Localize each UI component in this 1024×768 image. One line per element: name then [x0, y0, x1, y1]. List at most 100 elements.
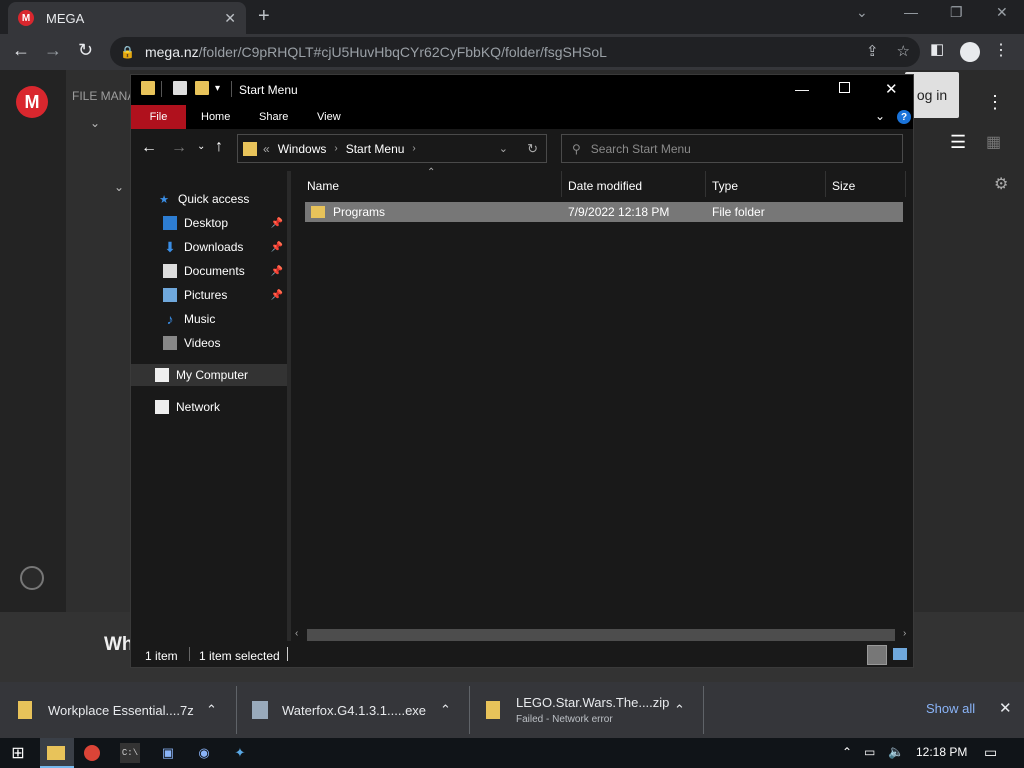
divider — [703, 686, 704, 734]
pin-icon[interactable]: 📌 — [271, 242, 283, 253]
divider[interactable] — [825, 171, 826, 197]
pin-icon[interactable]: 📌 — [271, 290, 283, 301]
list-view-icon[interactable]: ☰ — [950, 132, 966, 153]
scroll-thumb[interactable] — [307, 629, 895, 641]
chrome-icon[interactable] — [84, 745, 100, 761]
chevron-up-icon[interactable]: ⌃ — [440, 702, 451, 718]
scroll-right-icon[interactable]: › — [903, 628, 906, 639]
nav-item-videos[interactable]: Videos — [131, 332, 287, 354]
overflow-icon[interactable]: « — [263, 142, 270, 156]
close-window-icon[interactable]: ✕ — [996, 4, 1008, 21]
download-item[interactable]: Waterfox.G4.1.3.1.....exe ⌃ — [252, 682, 460, 738]
waterfox-icon[interactable]: ✦ — [230, 743, 250, 763]
share-icon[interactable]: ⇪ — [866, 42, 879, 60]
back-icon[interactable]: ← — [12, 40, 30, 61]
address-bar[interactable]: « Windows › Start Menu › ⌄ ↻ — [237, 134, 547, 163]
status-bar: 1 item 1 item selected — [131, 643, 913, 667]
terminal-icon[interactable]: C:\ — [120, 743, 140, 763]
download-item-failed[interactable]: LEGO.Star.Wars.The....zip Failed - Netwo… — [486, 682, 696, 738]
nav-item-music[interactable]: ♪ Music — [131, 308, 287, 330]
forward-icon[interactable]: → — [44, 40, 62, 61]
refresh-icon[interactable]: ↻ — [527, 141, 538, 157]
search-input[interactable]: ⚲ Search Start Menu — [561, 134, 903, 163]
scroll-left-icon[interactable]: ‹ — [295, 628, 298, 639]
pin-icon[interactable]: 📌 — [271, 266, 283, 277]
gear-icon[interactable]: ⚙ — [994, 174, 1008, 194]
nav-item-desktop[interactable]: Desktop 📌 — [131, 212, 287, 234]
tab-file[interactable]: File — [131, 105, 186, 129]
show-all-link[interactable]: Show all — [926, 701, 975, 716]
customize-qat-icon[interactable]: ▾ — [215, 83, 220, 94]
minimize-icon[interactable]: — — [795, 81, 809, 97]
breadcrumb-start-menu[interactable]: Start Menu — [346, 142, 405, 156]
chevron-right-icon[interactable]: › — [334, 143, 337, 154]
nav-item-network[interactable]: Network — [131, 396, 287, 418]
browser-tab[interactable]: M MEGA ✕ — [8, 2, 246, 34]
column-date-modified[interactable]: Date modified — [568, 179, 642, 193]
nav-item-documents[interactable]: Documents 📌 — [131, 260, 287, 282]
reload-icon[interactable]: ↻ — [78, 40, 93, 61]
back-icon[interactable]: ← — [141, 139, 157, 157]
nav-quick-access[interactable]: ★ Quick access — [131, 188, 287, 210]
clock[interactable]: 12:18 PM — [916, 745, 967, 759]
column-name[interactable]: Name — [307, 179, 339, 193]
column-size[interactable]: Size — [832, 179, 855, 193]
volume-muted-icon[interactable]: 🔈 — [888, 744, 904, 760]
address-dropdown-icon[interactable]: ⌄ — [499, 142, 508, 155]
pin-icon[interactable]: 📌 — [271, 218, 283, 229]
expand-ribbon-icon[interactable]: ⌄ — [875, 109, 885, 123]
nav-item-my-computer[interactable]: My Computer — [131, 364, 287, 386]
tab-search-icon[interactable]: ⌄ — [856, 4, 868, 21]
horizontal-scrollbar[interactable]: ‹ › — [291, 627, 913, 643]
tab-view[interactable]: View — [317, 111, 341, 123]
browser-menu-icon[interactable]: ⋮ — [993, 40, 1009, 60]
notifications-icon[interactable]: ▭ — [984, 744, 997, 761]
sync-icon[interactable] — [20, 566, 44, 590]
tab-home[interactable]: Home — [201, 111, 230, 123]
windows-start-icon[interactable]: ⊞ — [8, 743, 28, 763]
download-item[interactable]: Workplace Essential....7z ⌃ — [18, 682, 226, 738]
breadcrumb-windows[interactable]: Windows — [278, 142, 327, 156]
profile-avatar[interactable] — [960, 42, 980, 62]
grid-view-icon[interactable]: ▦ — [986, 132, 1001, 152]
up-icon[interactable]: ↑ — [215, 138, 223, 156]
maximize-icon[interactable] — [839, 82, 850, 93]
close-tab-icon[interactable]: ✕ — [224, 10, 236, 27]
chevron-right-icon[interactable]: › — [412, 143, 415, 154]
chevron-up-icon[interactable]: ⌃ — [674, 702, 685, 718]
side-panel-icon[interactable]: ◧ — [930, 40, 944, 58]
steam-icon[interactable]: ◉ — [194, 743, 214, 763]
divider[interactable] — [705, 171, 706, 197]
column-type[interactable]: Type — [712, 179, 738, 193]
chevron-up-icon[interactable]: ⌃ — [206, 702, 217, 718]
recent-locations-icon[interactable]: ⌄ — [197, 141, 205, 152]
nav-item-downloads[interactable]: ⬇ Downloads 📌 — [131, 236, 287, 258]
close-downloads-icon[interactable]: ✕ — [999, 699, 1012, 717]
help-icon[interactable]: ? — [897, 110, 911, 124]
forward-icon[interactable]: → — [171, 139, 187, 157]
bookmark-star-icon[interactable]: ☆ — [897, 42, 910, 60]
divider[interactable] — [561, 171, 562, 197]
new-tab-icon[interactable]: + — [258, 5, 270, 28]
chevron-down-icon[interactable]: ⌄ — [114, 180, 124, 194]
mega-logo[interactable]: M — [16, 86, 48, 118]
nav-label: Pictures — [184, 288, 228, 302]
close-icon[interactable]: ✕ — [885, 80, 898, 98]
details-view-icon[interactable] — [867, 645, 887, 665]
restore-icon[interactable]: ❐ — [950, 4, 963, 21]
properties-icon[interactable] — [173, 81, 187, 95]
tab-share[interactable]: Share — [259, 111, 288, 123]
remote-desktop-icon[interactable]: ▣ — [158, 743, 178, 763]
new-folder-icon[interactable] — [195, 81, 209, 95]
address-bar[interactable]: 🔒 mega.nz/folder/C9pRHQLT#cjU5HuvHbqCYr6… — [110, 37, 920, 67]
nav-item-pictures[interactable]: Pictures 📌 — [131, 284, 287, 306]
mega-menu-icon[interactable]: ⋮ — [986, 92, 1004, 113]
chevron-down-icon[interactable]: ⌄ — [90, 116, 100, 130]
table-row[interactable]: Programs 7/9/2022 12:18 PM File folder — [305, 202, 903, 222]
divider — [236, 686, 237, 734]
large-icons-view-icon[interactable] — [893, 648, 907, 660]
network-status-icon[interactable]: ▭ — [864, 745, 875, 759]
tray-overflow-icon[interactable]: ⌃ — [842, 745, 852, 759]
minimize-icon[interactable]: — — [904, 4, 918, 20]
divider[interactable] — [905, 171, 906, 197]
